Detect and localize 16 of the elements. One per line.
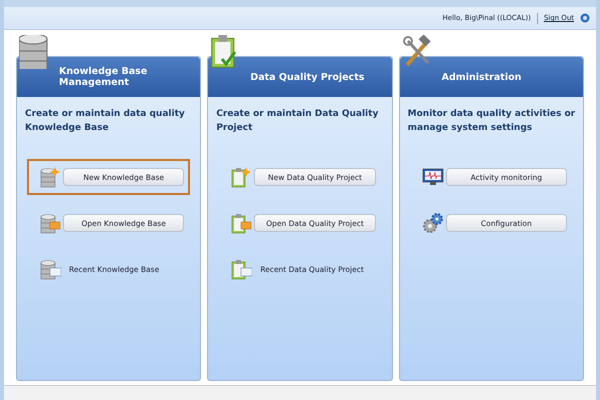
panel-title: Administration <box>400 57 583 97</box>
panel-description: Create or maintain data quality Knowledge Base <box>24 108 186 135</box>
clipboard-folder-icon <box>230 211 252 235</box>
database-window-icon <box>39 257 61 281</box>
clipboard-window-icon <box>230 257 252 281</box>
database-icon <box>19 35 49 69</box>
panel-description: Create or maintain Data Quality Project <box>215 108 380 135</box>
panel-title: Knowledge Base Management <box>17 57 200 97</box>
clipboard-star-icon <box>230 165 252 189</box>
tools-icon <box>402 35 432 69</box>
panel-title: Data Quality Projects <box>208 57 392 97</box>
database-star-icon <box>39 165 61 189</box>
gears-icon <box>422 211 444 235</box>
panel-description: Monitor data quality activities or manage system settings <box>406 108 576 135</box>
database-folder-icon <box>39 211 61 235</box>
help-icon[interactable] <box>580 13 590 23</box>
